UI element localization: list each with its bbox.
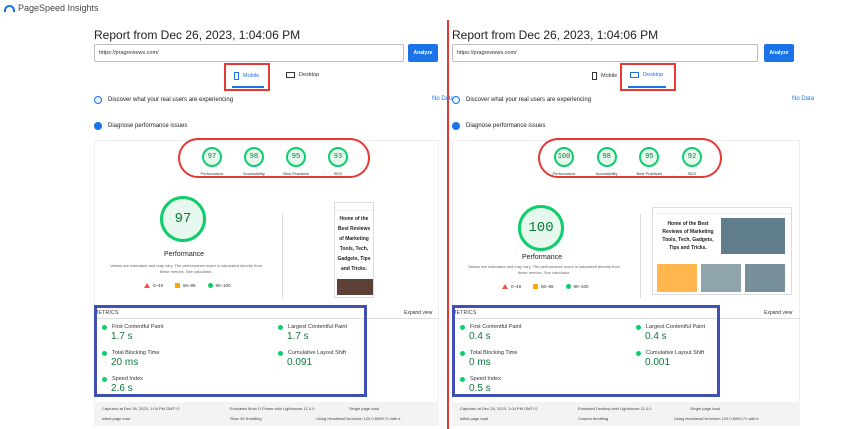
expand-view-link[interactable]: Expand view: [404, 310, 432, 316]
estimate-note: Values are estimated and may vary. The p…: [110, 263, 262, 274]
legend-good-label: 90–100: [215, 283, 231, 288]
estimate-note: Values are estimated and may vary. The p…: [468, 264, 620, 275]
circle-icon: [565, 284, 571, 289]
users-icon: [94, 96, 102, 104]
vertical-divider: [640, 214, 641, 298]
report-footer: Captured at Dec 26, 2023, 1:04 PM GMT+2 …: [94, 402, 439, 426]
app-title: PageSpeed Insights: [18, 3, 99, 13]
footer-emulated: Emulated Desktop with Lighthouse 11.0.0: [578, 406, 652, 411]
diagnose-section: Diagnose performance issues: [452, 122, 545, 130]
discover-section[interactable]: Discover what your real users are experi…: [452, 96, 591, 104]
triangle-icon: [144, 283, 150, 288]
legend-average-label: 50–89: [183, 283, 196, 288]
preview-header: [335, 203, 373, 211]
page-screenshot-desktop: Home of the Best Reviews of Marketing To…: [652, 207, 792, 295]
tab-desktop-label: Desktop: [299, 72, 320, 78]
legend-poor-label: 0–49: [511, 284, 522, 289]
footer-captured: Captured at Dec 26, 2023, 1:04 PM GMT+2: [102, 406, 180, 411]
legend-average: 50–89: [175, 283, 196, 288]
highlight-desktop-tab: [620, 63, 676, 91]
tab-desktop[interactable]: Desktop: [286, 72, 319, 78]
score-legend: 0–49 50–89 90–100: [502, 284, 589, 289]
footer-throttle: Custom throttling: [578, 416, 609, 421]
report-panel-mobile: Report from Dec 26, 2023, 1:04:06 PM htt…: [94, 0, 454, 429]
circle-icon: [207, 283, 213, 288]
legend-average: 50–89: [533, 284, 554, 289]
preview-header: [653, 208, 791, 214]
performance-score-big: 100: [518, 205, 564, 251]
legend-average-label: 50–89: [541, 284, 554, 289]
discover-text: Discover what your real users are experi…: [108, 97, 234, 103]
url-input[interactable]: https://pragreviews.com/: [94, 44, 404, 62]
mobile-icon: [592, 72, 597, 80]
preview-card-1: [657, 264, 697, 292]
no-data-label: No Data: [431, 96, 454, 102]
footer-emulated: Emulated Moto G Power with Lighthouse 11…: [230, 406, 315, 411]
highlight-metrics: [94, 305, 367, 397]
preview-card-3: [745, 264, 785, 292]
report-footer: Captured at Dec 26, 2023, 1:04 PM GMT+2 …: [452, 402, 800, 426]
diagnose-text: Diagnose performance issues: [108, 123, 188, 129]
analyze-button[interactable]: Analyze: [408, 44, 438, 62]
no-data-label: No Data: [791, 96, 814, 102]
report-title: Report from Dec 26, 2023, 1:04:06 PM: [452, 28, 659, 42]
pagespeed-logo-icon: [4, 4, 15, 12]
report-title: Report from Dec 26, 2023, 1:04:06 PM: [94, 28, 301, 42]
tab-mobile[interactable]: Mobile: [592, 72, 617, 80]
footer-throttle: Slow 4G throttling: [230, 416, 262, 421]
users-icon: [452, 96, 460, 104]
check-icon: [94, 122, 102, 130]
app-brand[interactable]: PageSpeed Insights: [4, 3, 99, 13]
page-screenshot-mobile: Home of the Best Reviews of Marketing To…: [334, 202, 374, 298]
performance-title: Performance: [163, 251, 205, 258]
analyze-button[interactable]: Analyze: [764, 44, 794, 62]
diagnose-section: Diagnose performance issues: [94, 122, 187, 130]
preview-hero-image: [721, 218, 785, 254]
legend-good: 90–100: [207, 283, 231, 288]
report-panel-desktop: Report from Dec 26, 2023, 1:04:06 PM htt…: [452, 0, 820, 429]
preview-text: Home of the Best Reviews of Marketing To…: [662, 221, 714, 251]
legend-poor: 0–49: [502, 284, 521, 289]
legend-good-label: 90–100: [573, 284, 589, 289]
score-legend: 0–49 50–89 90–100: [144, 283, 231, 288]
square-icon: [175, 283, 181, 288]
expand-view-link[interactable]: Expand view: [764, 310, 792, 316]
legend-poor-label: 0–49: [153, 283, 164, 288]
check-icon: [452, 122, 460, 130]
highlight-metrics: [452, 305, 720, 397]
preview-image: [337, 279, 373, 295]
preview-card-2: [701, 264, 741, 292]
legend-poor: 0–49: [144, 283, 163, 288]
discover-section[interactable]: Discover what your real users are experi…: [94, 96, 233, 104]
diagnose-text: Diagnose performance issues: [466, 123, 546, 129]
footer-using: Using HeadlessChromium 120.0.6099.71 wit…: [674, 416, 759, 421]
performance-title: Performance: [521, 254, 563, 261]
url-input[interactable]: https://pragreviews.com/: [452, 44, 758, 62]
footer-using: Using HeadlessChromium 120.0.6099.71 wit…: [316, 416, 401, 421]
legend-good: 90–100: [565, 284, 589, 289]
highlight-scores: [178, 138, 370, 178]
footer-single: Single page load: [690, 406, 720, 411]
highlight-mobile-tab: [224, 63, 270, 91]
preview-text: Home of the Best Reviews of Marketing To…: [337, 216, 371, 272]
footer-single: Single page load: [349, 406, 379, 411]
tab-mobile-label: Mobile: [601, 73, 618, 79]
desktop-icon: [286, 72, 295, 78]
footer-initial: Initial page load: [102, 416, 131, 421]
footer-initial: Initial page load: [460, 416, 489, 421]
triangle-icon: [502, 284, 508, 289]
performance-score-big: 97: [160, 196, 206, 242]
highlight-scores: [538, 138, 722, 178]
square-icon: [533, 284, 539, 289]
footer-captured: Captured at Dec 26, 2023, 1:04 PM GMT+2: [460, 406, 538, 411]
vertical-divider: [282, 214, 283, 298]
discover-text: Discover what your real users are experi…: [466, 97, 592, 103]
